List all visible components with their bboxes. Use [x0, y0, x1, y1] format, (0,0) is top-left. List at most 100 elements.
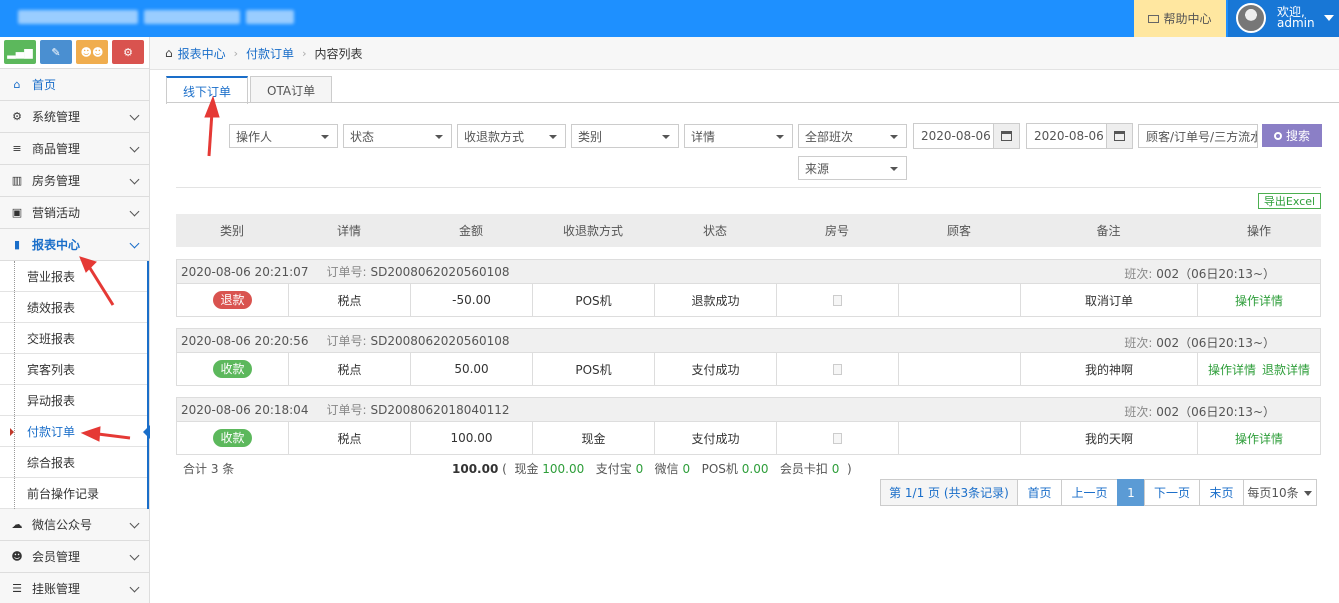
sidebar-subitem-business-report[interactable]: 营业报表: [0, 261, 149, 292]
cogs-icon[interactable]: ⚙: [112, 40, 144, 64]
cell-room: [777, 353, 899, 385]
order-no-label: 订单号:: [326, 265, 367, 279]
category-select-value: 类别: [578, 129, 603, 144]
sidebar-subitem-shift-report[interactable]: 交班报表: [0, 323, 149, 354]
help-center-button[interactable]: 帮助中心: [1134, 0, 1226, 37]
sidebar-item-members[interactable]: ☻ 会员管理: [0, 541, 149, 573]
users-icon: ☻: [11, 550, 23, 563]
shift-info: 班次: 002（06日20:13~）: [1124, 334, 1275, 351]
operator-select[interactable]: 操作人: [229, 124, 338, 148]
gear-icon: ⚙: [12, 110, 22, 123]
order-no: SD2008062020560108: [370, 333, 510, 348]
date-from-input[interactable]: 2020-08-06: [913, 123, 994, 149]
total-amount: 100.00: [452, 462, 499, 476]
sidebar-item-credit[interactable]: ☰ 挂账管理: [0, 573, 149, 603]
breadcrumb-reports[interactable]: 报表中心: [178, 45, 226, 62]
type-badge: 收款: [213, 429, 252, 447]
cell-method: POS机: [533, 284, 655, 316]
page-1-button[interactable]: 1: [1117, 479, 1145, 506]
operation-detail-link[interactable]: 操作详情: [1235, 292, 1283, 309]
dropdown-arrow-icon: [890, 135, 898, 139]
chevron-down-icon: [129, 518, 140, 529]
signal-icon[interactable]: ▂▄▆: [4, 40, 36, 64]
search-input[interactable]: 顾客/订单号/三方流水号: [1138, 124, 1258, 148]
breadcrumb: ⌂ 报表中心 › 付款订单 › 内容列表: [150, 37, 1339, 70]
user-menu[interactable]: 欢迎, admin: [1228, 0, 1339, 37]
cell-room: [777, 284, 899, 316]
calendar-icon[interactable]: [993, 123, 1020, 149]
caret-down-icon: [1324, 15, 1334, 21]
shift-select[interactable]: 全部班次: [798, 124, 907, 148]
chevron-down-icon: [129, 206, 140, 217]
sidebar-item-reports[interactable]: ▮ 报表中心: [0, 229, 149, 261]
room-icon: [833, 432, 842, 444]
category-select[interactable]: 类别: [571, 124, 679, 148]
order-group-header: 2020-08-06 20:20:56 订单号: SD2008062020560…: [177, 329, 1320, 353]
sidebar-item-home[interactable]: ⌂ 首页: [0, 69, 149, 101]
operation-detail-link[interactable]: 操作详情: [1235, 430, 1283, 447]
tab-ota-orders[interactable]: OTA订单: [250, 76, 333, 103]
arrow-line-tab: [207, 111, 214, 157]
cell-customer: [899, 284, 1021, 316]
shift-value: 002（06日20:13~）: [1156, 336, 1275, 350]
sidebar-subitem-payment-orders[interactable]: 付款订单: [0, 416, 150, 447]
detail-select-value: 详情: [691, 129, 716, 144]
home-icon[interactable]: ⌂: [165, 46, 173, 60]
order-no: SD2008062018040112: [370, 402, 510, 417]
order-group-header: 2020-08-06 20:18:04 订单号: SD2008062018040…: [177, 398, 1320, 422]
column-header: 操作: [1246, 224, 1271, 238]
shift-info: 班次: 002（06日20:13~）: [1124, 403, 1275, 420]
search-button[interactable]: 搜索: [1262, 124, 1322, 147]
breadcrumb-separator: ›: [233, 46, 239, 60]
date-to-input[interactable]: 2020-08-06: [1026, 123, 1107, 149]
shift-select-value: 全部班次: [805, 129, 854, 144]
refund-detail-link[interactable]: 退款详情: [1262, 361, 1310, 378]
sidebar-item-rooms[interactable]: ▥ 房务管理: [0, 165, 149, 197]
cell-customer: [899, 422, 1021, 454]
order-no-label: 订单号:: [326, 403, 367, 417]
sidebar-subitem-performance-report[interactable]: 绩效报表: [0, 292, 149, 323]
payment-method-select[interactable]: 收退款方式: [457, 124, 566, 148]
calendar-icon[interactable]: [1106, 123, 1133, 149]
page-size-select[interactable]: 每页10条: [1243, 479, 1317, 506]
users-icon[interactable]: ☻☻: [76, 40, 108, 64]
sidebar-subitem-guest-list[interactable]: 宾客列表: [0, 354, 149, 385]
sidebar-subitem-summary-report[interactable]: 综合报表: [0, 447, 149, 478]
operation-detail-link[interactable]: 操作详情: [1208, 361, 1256, 378]
order-no-label: 订单号:: [326, 334, 367, 348]
dropdown-arrow-icon: [321, 135, 329, 139]
sidebar-item-goods[interactable]: ≡ 商品管理: [0, 133, 149, 165]
breadcrumb-payment-orders[interactable]: 付款订单: [246, 45, 294, 62]
detail-select[interactable]: 详情: [684, 124, 793, 148]
avatar: [1236, 3, 1266, 33]
tab-divider: [166, 102, 1339, 103]
source-select[interactable]: 来源: [798, 156, 907, 180]
sidebar-item-system[interactable]: ⚙ 系统管理: [0, 101, 149, 133]
help-center-label: 帮助中心: [1163, 12, 1212, 26]
first-page-button[interactable]: 首页: [1017, 479, 1062, 506]
sidebar-subitem-change-report[interactable]: 异动报表: [0, 385, 149, 416]
breadcrumb-separator: ›: [302, 46, 307, 60]
column-header: 收退款方式: [562, 224, 623, 238]
export-excel-button[interactable]: 导出Excel: [1258, 193, 1321, 209]
status-select[interactable]: 状态: [343, 124, 452, 148]
alipay-amount: 0: [635, 462, 644, 476]
cell-remark: 我的天啊: [1021, 422, 1198, 454]
last-page-button[interactable]: 末页: [1199, 479, 1244, 506]
prev-page-button[interactable]: 上一页: [1061, 479, 1118, 506]
sidebar-subitem-frontdesk-log[interactable]: 前台操作记录: [0, 478, 149, 509]
next-page-button[interactable]: 下一页: [1144, 479, 1200, 506]
column-header: 顾客: [946, 224, 971, 238]
sidebar-item-marketing[interactable]: ▣ 营销活动: [0, 197, 149, 229]
cell-detail: 税点: [289, 353, 411, 385]
cell-status: 退款成功: [655, 284, 777, 316]
shift-value: 002（06日20:13~）: [1156, 267, 1275, 281]
monitor-icon: [1148, 14, 1160, 23]
pencil-icon[interactable]: ✎: [40, 40, 72, 64]
chevron-down-icon: [129, 582, 140, 593]
room-icon: [833, 363, 842, 375]
tab-offline-orders[interactable]: 线下订单: [166, 76, 249, 104]
gift-icon: ▣: [11, 206, 23, 219]
sidebar-item-wechat[interactable]: ☁ 微信公众号: [0, 509, 149, 541]
record-count: 合计 3 条: [183, 462, 235, 476]
